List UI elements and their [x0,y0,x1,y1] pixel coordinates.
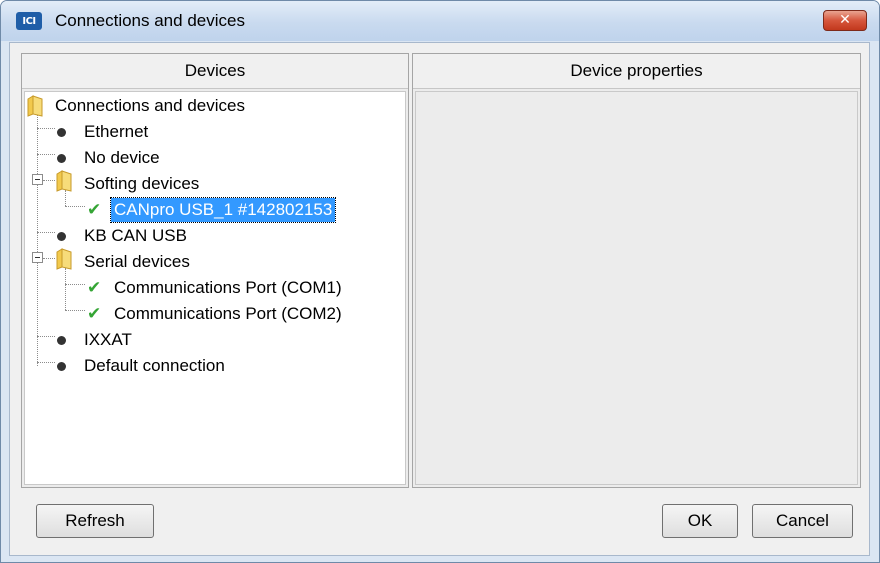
device-properties-panel: Device properties [412,53,861,488]
tree-connector [37,154,55,155]
dialog-window: ICI Connections and devices ✕ Devices Co… [0,0,880,563]
tree-connector [43,180,55,181]
app-icon: ICI [16,12,42,30]
devices-panel: Devices Connections and devices Ethernet… [21,53,409,488]
check-icon: ✔ [87,200,102,220]
tree-connector [37,336,55,337]
bullet-icon [57,232,66,241]
refresh-button[interactable]: Refresh [36,504,154,538]
window-title: Connections and devices [55,11,245,30]
tree-connector [37,232,55,233]
collapse-toggle-serial[interactable] [32,252,43,263]
tree-node-label: Ethernet [84,122,149,141]
tree-connector [43,258,55,259]
tree-connector [37,362,55,363]
devices-tree[interactable]: Connections and devices Ethernet No devi… [24,91,406,485]
tree-node-label: No device [84,148,160,167]
tree-connector [65,268,66,310]
folder-icon [56,170,72,192]
app-icon-text: ICI [22,15,36,27]
check-icon: ✔ [87,278,102,298]
cancel-button[interactable]: Cancel [752,504,853,538]
tree-connector [65,206,85,207]
device-properties-area [415,91,858,485]
tree-node-label: Softing devices [84,174,200,193]
title-bar[interactable]: ICI Connections and devices ✕ [1,1,879,41]
tree-connector [65,310,85,311]
tree-node-label: CANpro USB_1 #142802153 [109,197,337,223]
folder-icon [56,248,72,270]
ok-button[interactable]: OK [662,504,738,538]
close-icon: ✕ [839,12,851,28]
close-button[interactable]: ✕ [823,10,867,31]
devices-panel-header: Devices [22,54,408,89]
collapse-toggle-softing[interactable] [32,174,43,185]
bullet-icon [57,362,66,371]
tree-connector [65,190,66,206]
folder-icon [27,95,43,117]
dialog-client-area: Devices Connections and devices Ethernet… [9,42,870,556]
tree-connector [65,284,85,285]
check-icon: ✔ [87,304,102,324]
bullet-icon [57,128,66,137]
tree-node-label: Default connection [84,356,225,375]
tree-connector [37,128,55,129]
bullet-icon [57,154,66,163]
tree-node-label: IXXAT [84,330,132,349]
tree-node-label: Serial devices [84,252,190,271]
tree-connector [37,114,38,366]
tree-node-label: Communications Port (COM2) [114,304,342,323]
bullet-icon [57,336,66,345]
tree-node-label: Communications Port (COM1) [114,278,342,297]
tree-node-label: KB CAN USB [84,226,187,245]
tree-node-label: Connections and devices [55,96,245,115]
device-properties-header: Device properties [413,54,860,89]
